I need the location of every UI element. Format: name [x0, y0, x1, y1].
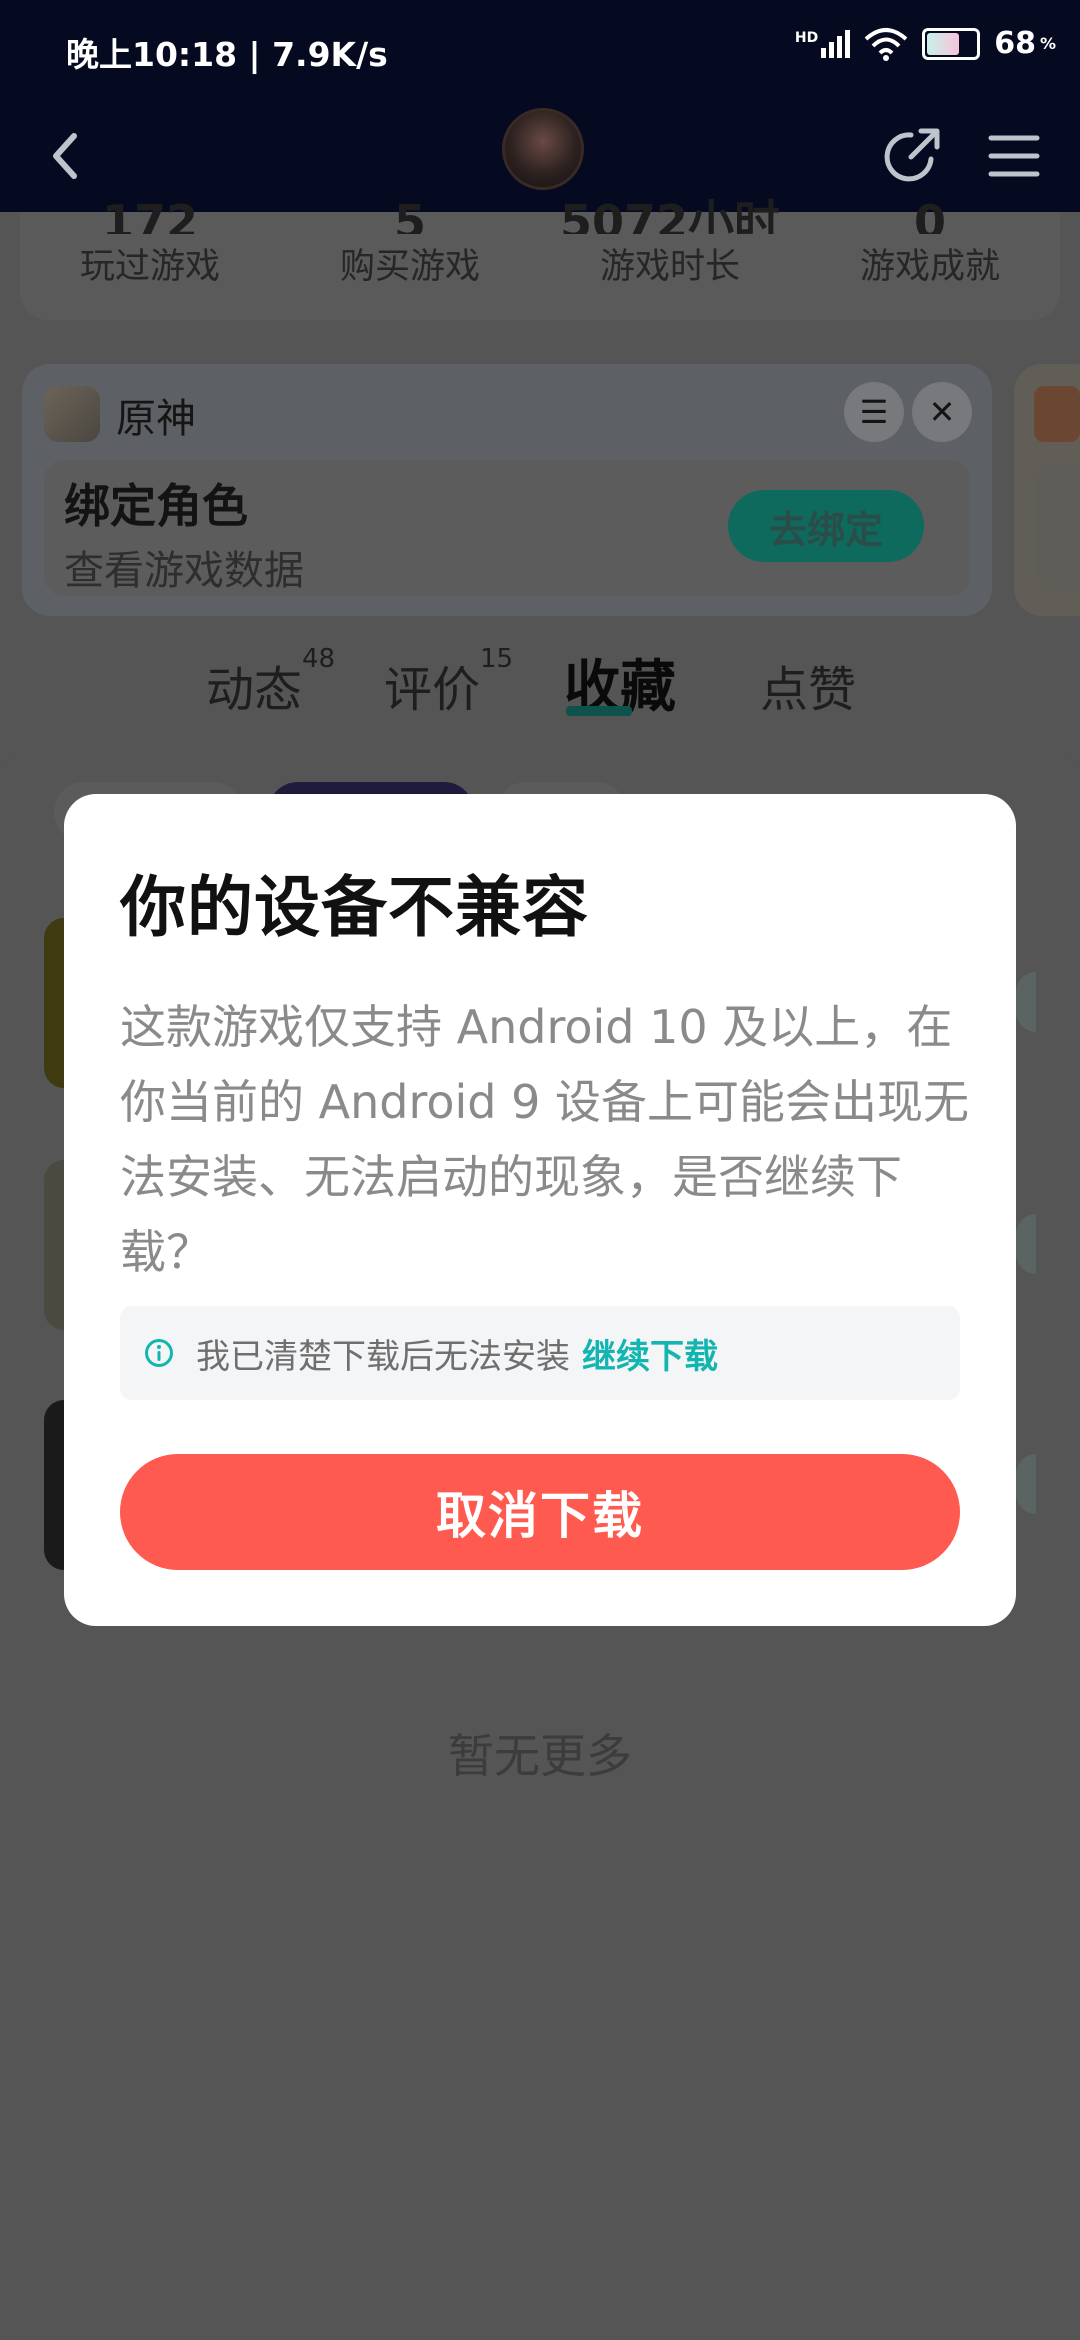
continue-download-link[interactable]: 继续下载 — [582, 1329, 718, 1378]
profile-tabs: 动态48 评价15 收藏 点赞 — [0, 644, 1080, 730]
dialog-title: 你的设备不兼容 — [120, 869, 589, 946]
bind-title: 绑定角色 — [64, 479, 248, 533]
bind-button[interactable]: 去绑定 — [728, 490, 924, 562]
dialog-body: 这款游戏仅支持 Android 10 及以上，在你当前的 Android 9 设… — [120, 1000, 969, 1279]
battery-icon — [922, 27, 981, 60]
share-button[interactable] — [876, 120, 948, 192]
list-item-action[interactable] — [1016, 1214, 1036, 1274]
game-name: 原神 — [116, 396, 196, 442]
wifi-icon — [864, 27, 908, 61]
bind-role-box: 绑定角色 查看游戏数据 去绑定 — [44, 460, 970, 596]
tab-likes[interactable]: 点赞 — [760, 650, 856, 720]
no-more-text: 暂无更多 — [448, 1729, 632, 1783]
stat-played-value: 172 — [101, 195, 199, 234]
bind-subtitle: 查看游戏数据 — [64, 548, 304, 594]
stat-bought-label: 购买游戏 — [339, 247, 480, 287]
active-tab-indicator — [566, 706, 632, 716]
list-item-action[interactable] — [1016, 972, 1036, 1032]
confirm-text: 我已清楚下载后无法安装 — [196, 1336, 570, 1377]
next-game-icon — [1034, 386, 1080, 442]
tab-reviews-count: 15 — [480, 644, 514, 674]
stat-played: 172 玩过游戏 — [20, 195, 280, 289]
stat-achievements-label: 游戏成就 — [859, 247, 1000, 287]
avatar[interactable] — [502, 108, 584, 190]
incompatible-device-dialog: 你的设备不兼容 这款游戏仅支持 Android 10 及以上，在你当前的 And… — [64, 794, 1016, 1626]
close-card-button[interactable]: ✕ — [912, 382, 972, 442]
chevron-left-icon — [53, 133, 77, 179]
hamburger-menu-icon — [988, 135, 1040, 177]
signal-hd-label: HD — [794, 29, 819, 46]
tab-reviews[interactable]: 评价15 — [384, 644, 513, 720]
stat-playtime-label: 游戏时长 — [599, 247, 740, 287]
tab-activity-label: 动态 — [206, 662, 303, 718]
battery-percent: 68 — [994, 26, 1036, 61]
sort-button[interactable]: ☰ — [844, 382, 904, 442]
tab-reviews-label: 评价 — [384, 662, 481, 718]
menu-button[interactable] — [978, 120, 1050, 192]
stat-playtime-value: 5072小时 — [559, 195, 781, 234]
game-card[interactable]: 原神 ☰ ✕ 绑定角色 查看游戏数据 去绑定 — [22, 364, 992, 616]
signal-icon: HD — [794, 29, 851, 58]
stat-achievements-value: 0 — [913, 195, 946, 234]
next-game-card[interactable] — [1014, 364, 1080, 616]
list-item-action[interactable] — [1016, 1454, 1036, 1514]
stat-bought-value: 5 — [393, 195, 426, 234]
status-icons: HD 68% — [794, 26, 1056, 61]
share-icon — [884, 128, 940, 182]
info-icon — [145, 1339, 173, 1367]
close-icon: ✕ — [928, 393, 956, 431]
status-time: 晚上10:18 | 7.9K/s — [66, 35, 388, 74]
back-button[interactable] — [30, 120, 102, 192]
tab-activity[interactable]: 动态48 — [206, 644, 335, 720]
stat-playtime: 5072小时 游戏时长 — [540, 195, 800, 289]
confirm-download-box: 我已清楚下载后无法安装 继续下载 — [120, 1306, 960, 1400]
game-icon — [44, 386, 100, 442]
status-bar: 晚上10:18 | 7.9K/s HD 68% — [0, 0, 1080, 100]
next-game-inner — [1036, 462, 1080, 592]
tab-activity-count: 48 — [302, 644, 336, 674]
stat-played-label: 玩过游戏 — [79, 247, 220, 287]
cancel-download-button[interactable]: 取消下载 — [120, 1454, 960, 1570]
stat-achievements: 0 游戏成就 — [800, 195, 1060, 289]
stat-bought: 5 购买游戏 — [280, 195, 540, 289]
tab-likes-label: 点赞 — [760, 662, 857, 718]
sort-icon: ☰ — [859, 393, 889, 431]
stats-card: 172 玩过游戏 5 购买游戏 5072小时 游戏时长 0 游戏成就 — [20, 195, 1060, 320]
